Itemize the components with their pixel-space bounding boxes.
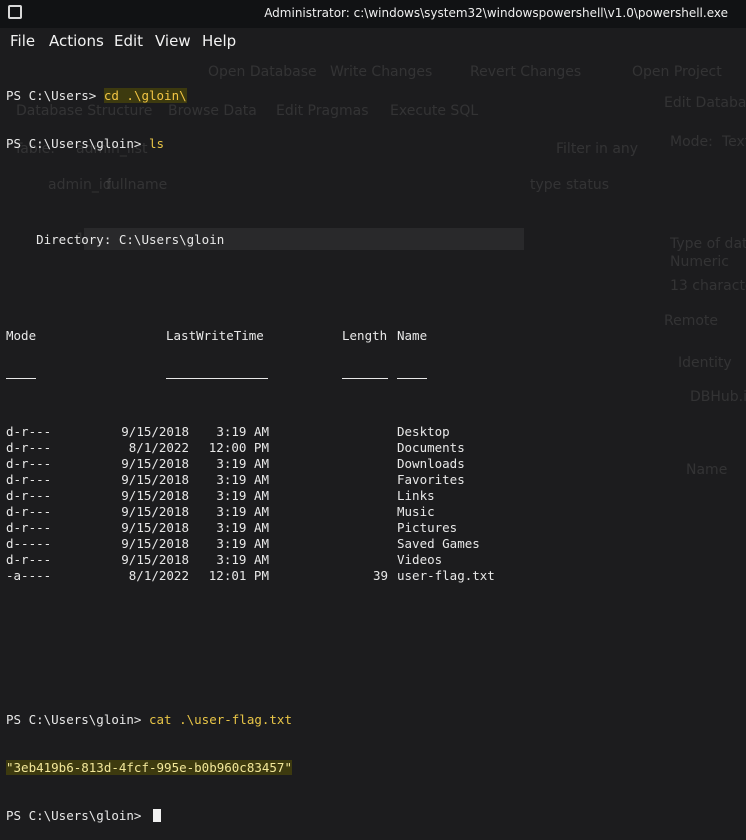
listing-header: Mode LastWriteTime Length Name — [6, 328, 746, 344]
menu-edit[interactable]: Edit — [114, 32, 143, 50]
listing-row: d-r--- 9/15/2018 3:19 AM Desktop — [6, 424, 746, 440]
listing-row: d-r--- 9/15/2018 3:19 AM Pictures — [6, 520, 746, 536]
header-length: Length — [342, 328, 388, 343]
row-time: 3:19 AM — [216, 536, 269, 551]
menu-actions[interactable]: Actions — [49, 32, 104, 50]
header-mode: Mode — [6, 328, 37, 343]
listing-row: d-r--- 9/15/2018 3:19 AM Music — [6, 504, 746, 520]
row-name: Videos — [397, 552, 443, 567]
directory-listing: d-r--- 9/15/2018 3:19 AM Desktop d-r--- 8/1/2… — [6, 424, 746, 584]
row-name: Desktop — [397, 424, 450, 439]
row-time: 3:19 AM — [216, 552, 269, 567]
listing-row: d-r--- 8/1/2022 12:00 PM Documents — [6, 440, 746, 456]
listing-row: d-r--- 9/15/2018 3:19 AM Links — [6, 488, 746, 504]
row-time: 12:00 PM — [208, 440, 269, 455]
prompt: PS C:\Users\gloin> — [6, 808, 149, 823]
menu-bar: File Actions Edit View Help — [0, 28, 746, 54]
row-length: 39 — [372, 568, 388, 583]
header-lastwritetime: LastWriteTime — [166, 328, 264, 343]
flag-output: "3eb419b6-813d-4fcf-995e-b0b960c83457" — [6, 760, 292, 775]
prompt: PS C:\Users\gloin> — [6, 712, 149, 727]
underline-name — [397, 378, 427, 379]
row-time: 3:19 AM — [216, 472, 269, 487]
text-cursor — [153, 809, 161, 822]
console-line-current[interactable]: PS C:\Users\gloin> — [6, 808, 746, 824]
row-name: Pictures — [397, 520, 458, 535]
window-title: Administrator: c:\windows\system32\windo… — [264, 6, 728, 20]
row-name: Saved Games — [397, 536, 480, 551]
row-name: Downloads — [397, 456, 465, 471]
row-time: 3:19 AM — [216, 504, 269, 519]
console-output[interactable]: PS C:\Users> cd .\gloin\ PS C:\Users\glo… — [6, 56, 746, 840]
listing-underline — [6, 376, 746, 392]
command-cd: cd .\gloin\ — [103, 88, 187, 103]
row-name: user-flag.txt — [397, 568, 495, 583]
window-icon[interactable] — [8, 5, 22, 19]
underline-lwt — [166, 378, 268, 379]
menu-view[interactable]: View — [155, 32, 191, 50]
row-time: 3:19 AM — [216, 488, 269, 503]
console-line-cd: PS C:\Users> cd .\gloin\ — [6, 88, 746, 104]
row-time: 3:19 AM — [216, 520, 269, 535]
menu-help[interactable]: Help — [202, 32, 236, 50]
listing-row: d----- 9/15/2018 3:19 AM Saved Games — [6, 536, 746, 552]
row-name: Favorites — [397, 472, 465, 487]
listing-row: d-r--- 9/15/2018 3:19 AM Videos — [6, 552, 746, 568]
listing-row: -a---- 8/1/2022 12:01 PM 39 user-flag.txt — [6, 568, 746, 584]
header-name: Name — [397, 328, 428, 343]
row-time: 3:19 AM — [216, 424, 269, 439]
menu-file[interactable]: File — [10, 32, 35, 50]
prompt: PS C:\Users\gloin> — [6, 136, 149, 151]
underline-mode — [6, 378, 36, 379]
command-cat: cat .\user-flag.txt — [149, 712, 292, 727]
directory-line: Directory: C:\Users\gloin — [6, 232, 225, 247]
console-line-cat: PS C:\Users\gloin> cat .\user-flag.txt — [6, 712, 746, 728]
row-time: 3:19 AM — [216, 456, 269, 471]
prompt: PS C:\Users> — [6, 88, 104, 103]
listing-row: d-r--- 9/15/2018 3:19 AM Favorites — [6, 472, 746, 488]
command-ls: ls — [149, 136, 165, 151]
row-name: Music — [397, 504, 435, 519]
row-name: Documents — [397, 440, 465, 455]
listing-row: d-r--- 9/15/2018 3:19 AM Downloads — [6, 456, 746, 472]
console-line-ls: PS C:\Users\gloin> ls — [6, 136, 746, 152]
row-name: Links — [397, 488, 435, 503]
underline-length — [342, 378, 388, 379]
title-bar[interactable]: Administrator: c:\windows\system32\windo… — [0, 0, 746, 28]
